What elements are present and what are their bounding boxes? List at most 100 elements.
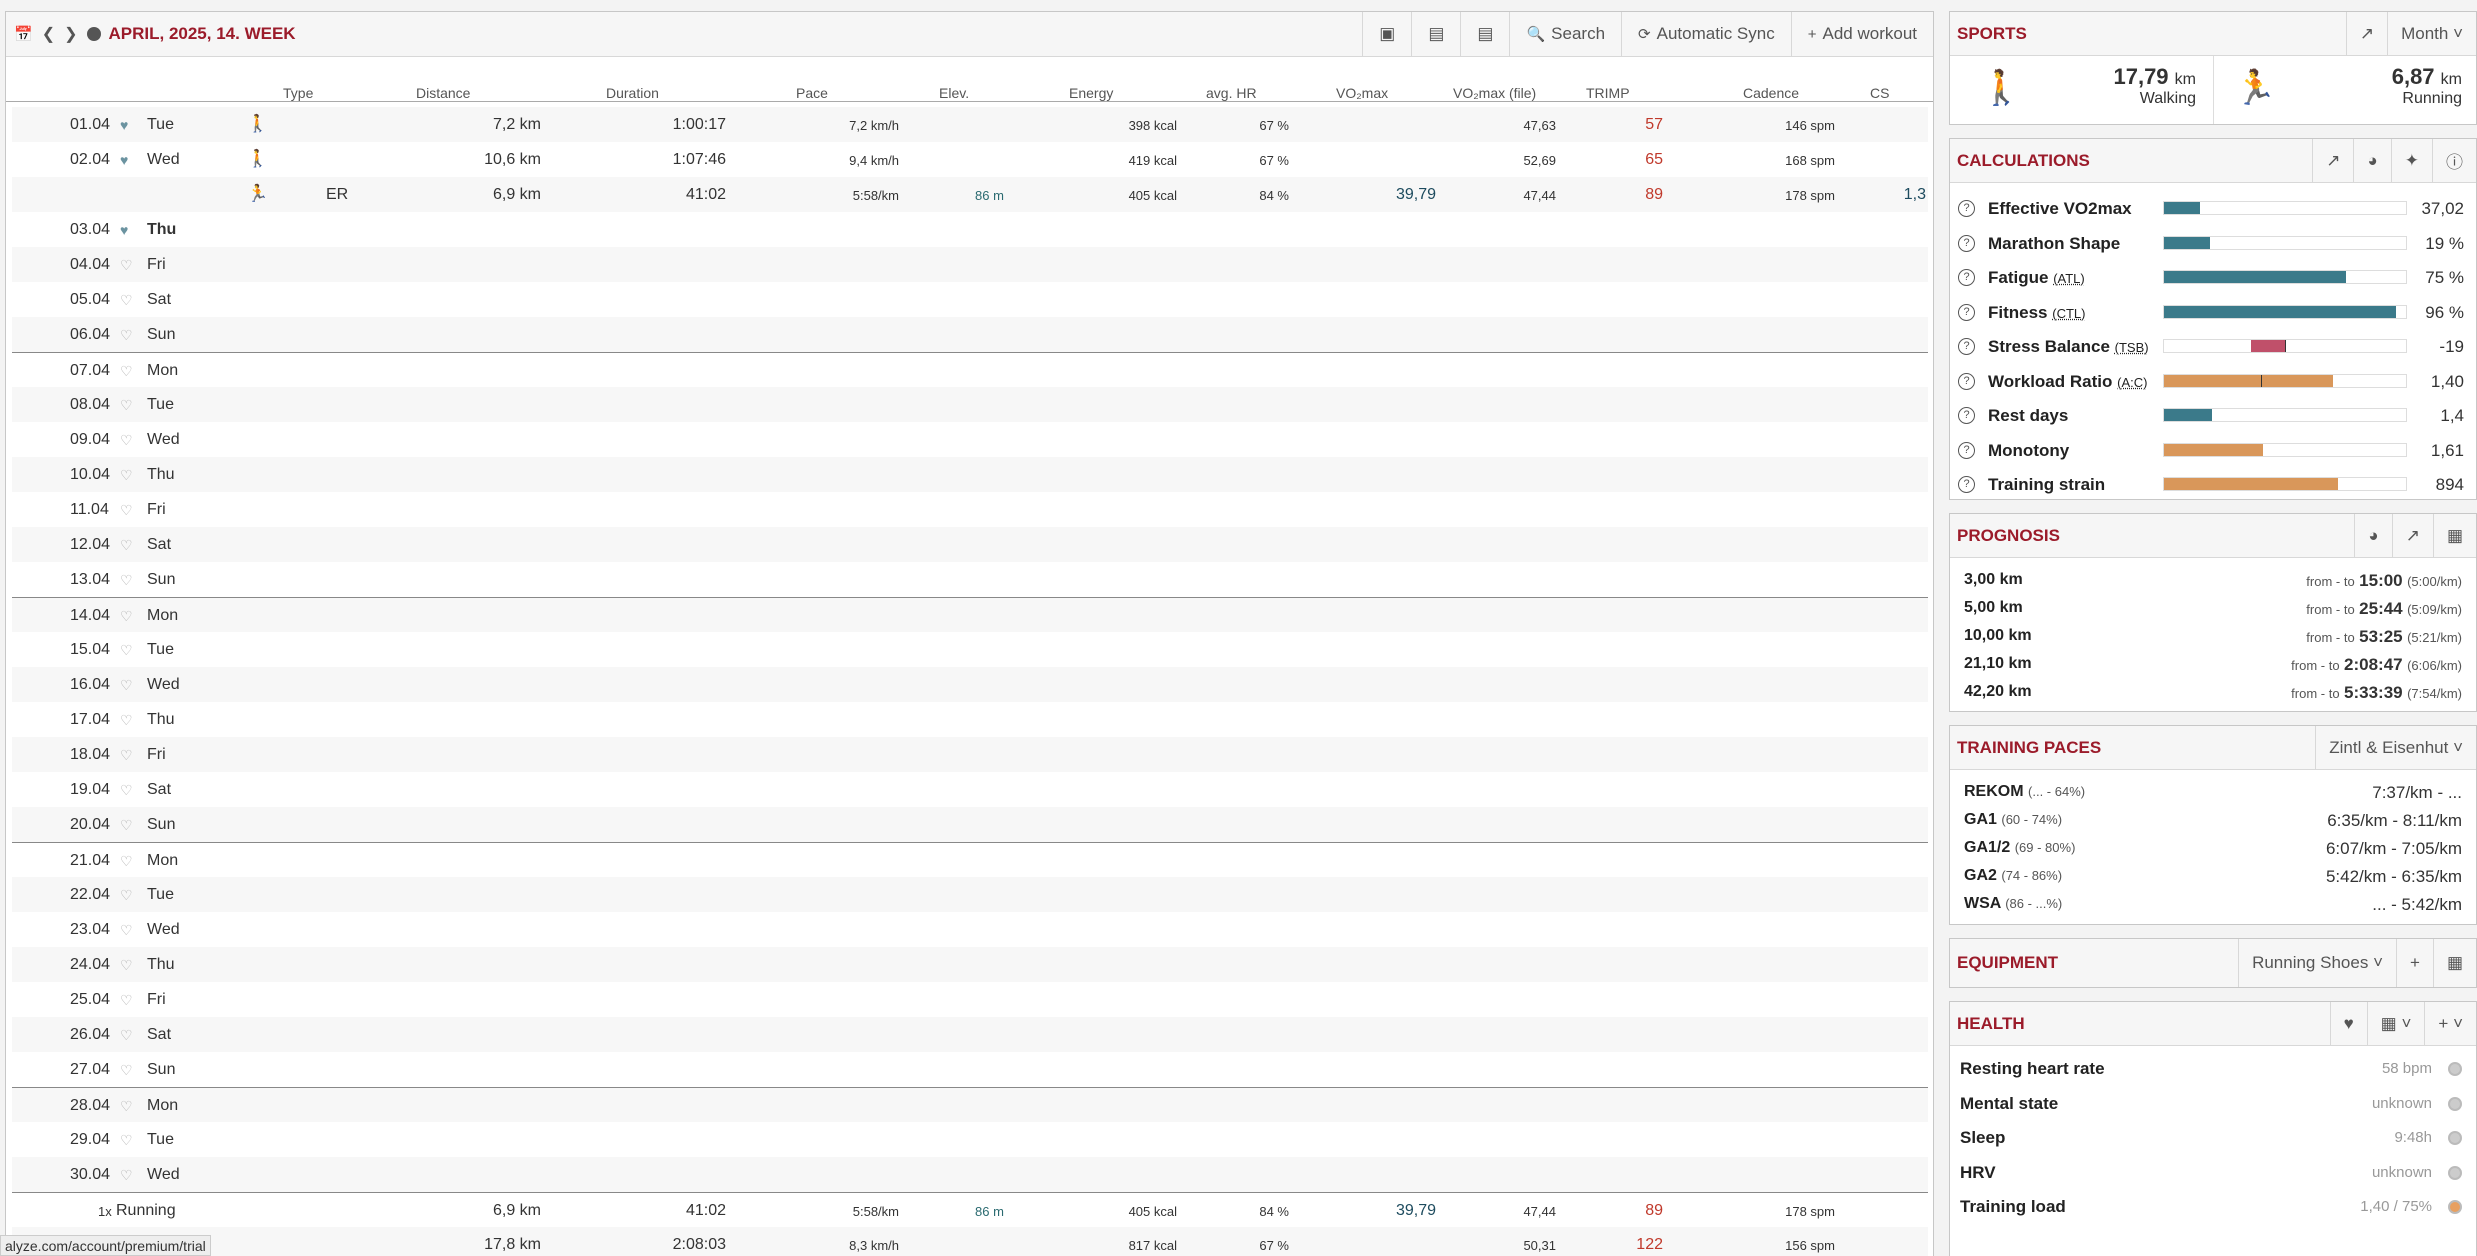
health-table-button[interactable]: ▦ ˅	[2366, 1002, 2425, 1045]
heart-icon[interactable]: ♡	[120, 677, 133, 694]
help-icon[interactable]: ?	[1958, 476, 1975, 493]
heart-icon[interactable]: ♡	[120, 747, 133, 764]
table-row[interactable]: 24.04 ♡ Thu	[12, 947, 1928, 982]
heart-icon[interactable]: ♡	[120, 572, 133, 589]
heart-icon[interactable]: ♡	[120, 257, 133, 274]
heart-icon[interactable]: ♡	[120, 1062, 133, 1079]
heart-icon[interactable]: ♡	[120, 957, 133, 974]
calc-row[interactable]: ? Monotony 1,61	[1950, 433, 2476, 468]
table-row[interactable]: 03.04 ♥ Thu	[12, 212, 1928, 247]
table-row[interactable]: 06.04 ♡ Sun	[12, 317, 1928, 352]
table-row[interactable]: 14.04 ♡ Mon	[12, 597, 1928, 632]
chart-button-2[interactable]: ▤	[1460, 12, 1509, 56]
heart-icon[interactable]: ♡	[120, 817, 133, 834]
help-icon[interactable]: ?	[1958, 372, 1975, 390]
table-row[interactable]: 20.04 ♡ Sun	[12, 807, 1928, 842]
calc-row[interactable]: ? Workload Ratio (A:C) 1,40	[1950, 364, 2476, 399]
table-row[interactable]: 23.04 ♡ Wed	[12, 912, 1928, 947]
table-row[interactable]: 2xWalking17,8 km2:08:038,3 km/h817 kcal6…	[12, 1227, 1928, 1256]
heart-icon[interactable]: ♥	[120, 222, 128, 238]
heart-icon[interactable]: ♡	[120, 922, 133, 939]
sync-button[interactable]: ⟳ Automatic Sync	[1621, 12, 1791, 56]
heart-icon[interactable]: ♡	[120, 853, 133, 870]
table-row[interactable]: 13.04 ♡ Sun	[12, 562, 1928, 597]
heart-icon[interactable]: ♡	[120, 1027, 133, 1044]
chevron-left-icon[interactable]: ❮	[42, 24, 55, 44]
col-type[interactable]: Type	[283, 85, 313, 101]
col-energy[interactable]: Energy	[1069, 85, 1113, 101]
table-row[interactable]: 30.04 ♡ Wed	[12, 1157, 1928, 1192]
calc-gauge-button[interactable]: ◕	[2353, 139, 2390, 182]
help-icon[interactable]: ?	[1958, 338, 1975, 355]
search-button[interactable]: 🔍 Search	[1509, 12, 1621, 56]
col-distance[interactable]: Distance	[416, 85, 470, 101]
heart-icon[interactable]: ♡	[120, 432, 133, 449]
heart-icon[interactable]: ♡	[120, 467, 133, 484]
heart-icon[interactable]: ♡	[120, 782, 133, 799]
heart-icon[interactable]: ♡	[120, 292, 133, 309]
table-row[interactable]: 08.04 ♡ Tue	[12, 387, 1928, 422]
add-workout-button[interactable]: + Add workout	[1790, 12, 1933, 56]
table-row[interactable]: 22.04 ♡ Tue	[12, 877, 1928, 912]
prognosis-calculator-button[interactable]: ▦	[2432, 514, 2476, 557]
heart-icon[interactable]: ♡	[120, 1132, 133, 1149]
calc-row[interactable]: ? Fatigue (ATL) 75 %	[1950, 260, 2476, 295]
heart-icon[interactable]: ♡	[120, 363, 133, 380]
calc-row[interactable]: ? Stress Balance (TSB) -19	[1950, 329, 2476, 364]
heart-icon[interactable]: ♡	[120, 887, 133, 904]
help-icon[interactable]: ?	[1958, 441, 1975, 459]
heart-icon[interactable]: ♥	[120, 117, 128, 133]
chart-button-1[interactable]: ▤	[1411, 12, 1460, 56]
table-row[interactable]: 25.04 ♡ Fri	[12, 982, 1928, 1017]
table-row[interactable]: 01.04 ♥ Tue 🚶 7,2 km 1:00:17 7,2 km/h 398 kcal 6…	[12, 107, 1928, 142]
health-row[interactable]: HRV unknown	[1950, 1154, 2476, 1189]
prognosis-chart-button[interactable]: ↗	[2391, 514, 2433, 557]
heart-icon[interactable]: ♡	[120, 608, 133, 625]
heart-icon[interactable]: ♡	[120, 327, 133, 344]
sports-period-select[interactable]: Month ˅	[2387, 12, 2476, 55]
heart-icon[interactable]: ♡	[120, 642, 133, 659]
calc-row[interactable]: ? Effective VO2max 37,02	[1950, 191, 2476, 226]
col-elev[interactable]: Elev.	[939, 85, 969, 101]
help-icon[interactable]: ?	[1958, 303, 1975, 321]
equipment-table-button[interactable]: ▦	[2432, 939, 2476, 987]
paces-model-select[interactable]: Zintl & Eisenhut ˅	[2315, 726, 2476, 769]
health-add-button[interactable]: + ˅	[2424, 1002, 2476, 1045]
help-icon[interactable]: ?	[1958, 269, 1975, 286]
calc-chart-button[interactable]: ↗	[2312, 139, 2353, 182]
health-heart-button[interactable]: ♥	[2329, 1002, 2367, 1045]
health-row[interactable]: Training load 1,40 / 75%	[1950, 1188, 2476, 1223]
table-row[interactable]: 19.04 ♡ Sat	[12, 772, 1928, 807]
table-row[interactable]: 05.04 ♡ Sat	[12, 282, 1928, 317]
calc-info-button[interactable]: ⓘ	[2432, 139, 2476, 182]
help-icon[interactable]: ?	[1958, 407, 1975, 424]
table-row[interactable]: 17.04 ♡ Thu	[12, 702, 1928, 737]
col-cadence[interactable]: Cadence	[1743, 85, 1799, 101]
col-cs[interactable]: CS	[1870, 85, 1889, 101]
calc-row[interactable]: ? Rest days 1,4	[1950, 398, 2476, 433]
health-row[interactable]: Sleep 9:48h	[1950, 1119, 2476, 1154]
heart-icon[interactable]: ♡	[120, 1167, 133, 1184]
table-row[interactable]: 04.04 ♡ Fri	[12, 247, 1928, 282]
col-hr[interactable]: avg. HR	[1206, 85, 1257, 101]
col-trimp[interactable]: TRIMP	[1586, 85, 1630, 101]
col-duration[interactable]: Duration	[606, 85, 659, 101]
calc-row[interactable]: ? Fitness (CTL) 96 %	[1950, 295, 2476, 330]
help-icon[interactable]: ?	[1958, 200, 1975, 217]
table-row[interactable]: 15.04 ♡ Tue	[12, 632, 1928, 667]
heart-icon[interactable]: ♡	[120, 397, 133, 414]
table-row[interactable]: 26.04 ♡ Sat	[12, 1017, 1928, 1052]
today-dot-icon[interactable]	[86, 27, 101, 41]
table-row[interactable]: 🏃 ER 6,9 km 41:02 5:58/km 86 m 405 kcal 84 % 39,…	[12, 177, 1928, 212]
equipment-select[interactable]: Running Shoes ˅	[2238, 939, 2396, 987]
table-row[interactable]: 27.04 ♡ Sun	[12, 1052, 1928, 1087]
chevron-right-icon[interactable]: ❯	[64, 24, 77, 44]
heart-icon[interactable]: ♥	[120, 152, 128, 168]
help-icon[interactable]: ?	[1958, 234, 1975, 252]
table-row[interactable]: 28.04 ♡ Mon	[12, 1087, 1928, 1122]
table-row[interactable]: 09.04 ♡ Wed	[12, 422, 1928, 457]
table-row[interactable]: 02.04 ♥ Wed 🚶 10,6 km 1:07:46 9,4 km/h 419 kcal…	[12, 142, 1928, 177]
table-row[interactable]: 18.04 ♡ Fri	[12, 737, 1928, 772]
calc-tools-button[interactable]: ✦	[2390, 139, 2432, 182]
table-row[interactable]: 11.04 ♡ Fri	[12, 492, 1928, 527]
